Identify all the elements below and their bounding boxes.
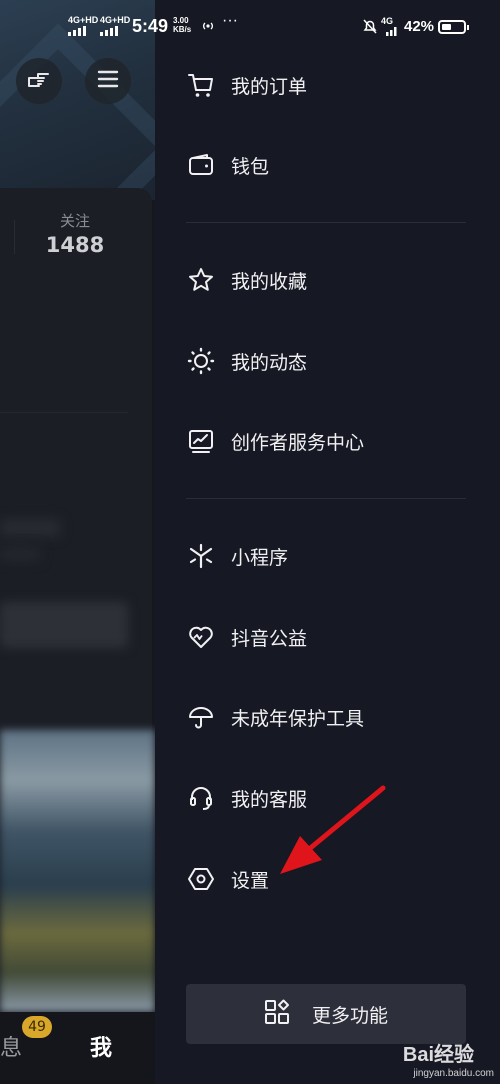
menu-item-favorites[interactable]: 我的收藏 <box>186 260 307 300</box>
blurred-text <box>0 548 40 560</box>
watermark-brand: Bai经验 <box>402 1044 474 1066</box>
menu-button[interactable] <box>85 58 131 104</box>
divider <box>0 412 128 413</box>
menu-icon <box>97 70 119 92</box>
speed-value: 3.00 <box>173 16 189 25</box>
menu-item-label: 我的收藏 <box>231 270 308 293</box>
headset-icon <box>186 783 216 813</box>
mute-bell-icon <box>363 19 377 34</box>
more-features-label: 更多功能 <box>311 1004 388 1027</box>
battery-icon <box>438 20 466 34</box>
menu-item-label: 未成年保护工具 <box>231 707 365 730</box>
chart-monitor-icon <box>186 426 216 456</box>
divider <box>186 222 466 223</box>
asterisk-icon <box>186 541 216 571</box>
menu-item-label: 小程序 <box>231 546 289 569</box>
following-label: 关注 <box>59 212 90 230</box>
annotation-arrow <box>280 785 386 874</box>
divider <box>186 498 466 499</box>
menu-item-settings[interactable]: 设置 <box>186 859 269 899</box>
blurred-button <box>0 602 128 648</box>
menu-item-label: 设置 <box>231 869 270 892</box>
menu-item-mini-programs[interactable]: 小程序 <box>186 536 288 576</box>
stat-divider <box>14 220 15 254</box>
menu-item-minor-protection[interactable]: 未成年保护工具 <box>186 697 364 737</box>
clock: 5:49 <box>132 16 169 36</box>
following-stat[interactable]: 关注 1488 <box>40 210 110 257</box>
menu-item-label: 我的订单 <box>231 75 308 98</box>
signal-1: 4G+HD <box>68 15 99 25</box>
menu-item-posts[interactable]: 我的动态 <box>186 341 307 381</box>
menu-item-creator-center[interactable]: 创作者服务中心 <box>186 421 364 461</box>
tab-me[interactable]: 我 <box>90 1030 112 1062</box>
battery-cap <box>467 25 469 30</box>
blurred-text <box>0 520 60 536</box>
status-bar: 4G+HD 4G+HD 5:49 3.00 KB/s ··· 4G 42% <box>0 0 500 56</box>
menu-item-label: 创作者服务中心 <box>231 431 365 454</box>
menu-item-label: 抖音公益 <box>231 627 308 650</box>
signal-bars-icon <box>100 26 118 36</box>
following-count: 1488 <box>45 233 105 257</box>
star-icon <box>186 265 216 295</box>
network-type: 4G <box>381 16 394 26</box>
profile-background: 关注 1488 息 49 我 <box>0 0 155 1084</box>
blurred-photo <box>0 730 155 1012</box>
heart-icon <box>186 622 216 652</box>
hotspot-icon <box>203 22 213 30</box>
menu-item-label: 钱包 <box>231 155 270 178</box>
wallet-icon <box>186 150 216 180</box>
grid-icon <box>264 999 290 1029</box>
menu-item-orders[interactable]: 我的订单 <box>186 65 307 105</box>
umbrella-icon <box>186 702 216 732</box>
message-badge: 49 <box>22 1016 52 1038</box>
speed-unit: KB/s <box>173 25 192 34</box>
sun-icon <box>186 346 216 376</box>
signal-2: 4G+HD <box>100 15 131 25</box>
menu-item-wallet[interactable]: 钱包 <box>186 145 269 185</box>
hand-point-icon <box>26 66 52 96</box>
cart-icon <box>186 70 216 100</box>
hexagon-settings-icon <box>186 864 216 894</box>
gesture-button[interactable] <box>16 58 62 104</box>
watermark-url: jingyan.baidu.com <box>413 1068 494 1079</box>
more-notifications: ··· <box>222 12 238 29</box>
battery-percent: 42% <box>404 18 435 35</box>
menu-item-charity[interactable]: 抖音公益 <box>186 617 307 657</box>
signal-bars-icon <box>386 27 397 36</box>
menu-item-label: 我的动态 <box>231 351 308 374</box>
tab-messages[interactable]: 息 <box>0 1030 22 1062</box>
baidu-watermark: Bai经验 jingyan.baidu.com <box>380 1028 500 1084</box>
signal-bars-icon <box>68 26 86 36</box>
net-speed: 3.00 KB/s <box>173 16 191 34</box>
